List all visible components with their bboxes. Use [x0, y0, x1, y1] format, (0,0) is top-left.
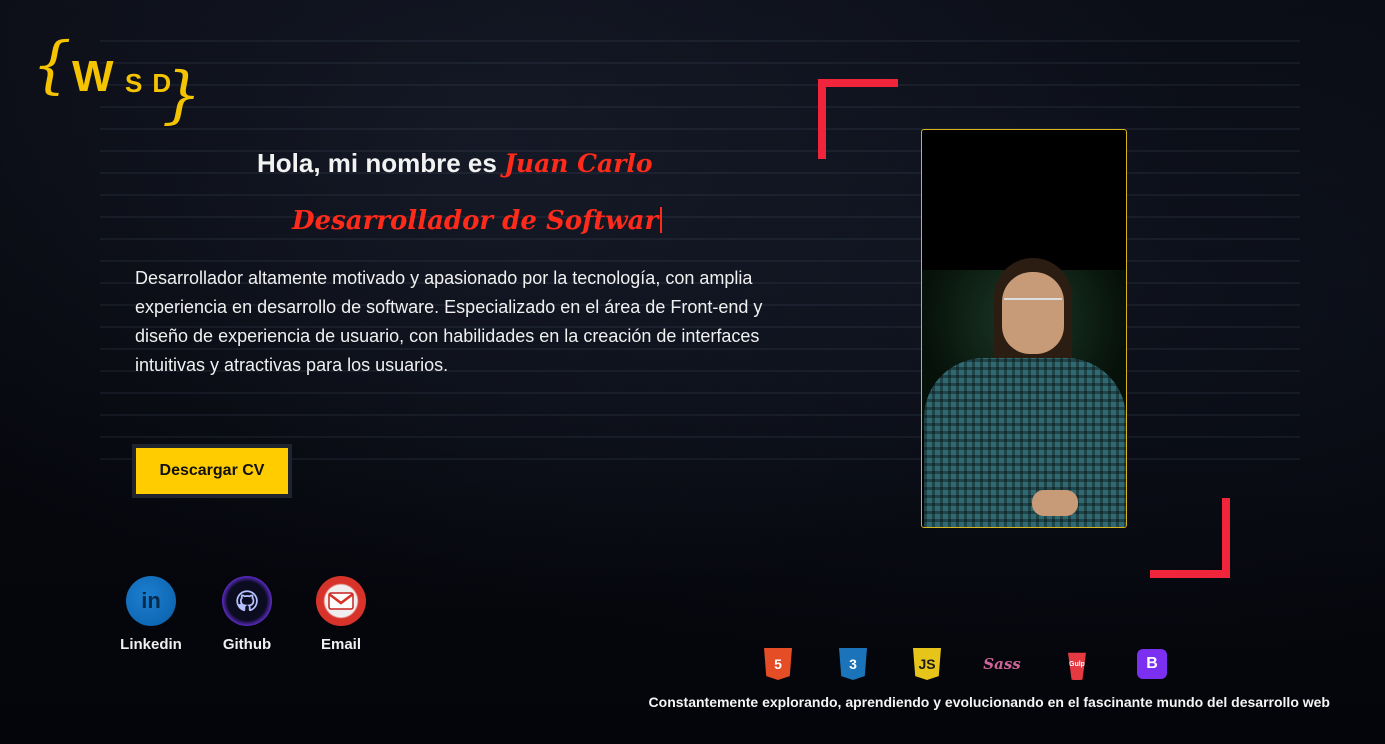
gulp-icon: Gulp	[1059, 646, 1095, 682]
linkedin-glyph: in	[141, 588, 161, 613]
photo-face	[1002, 272, 1064, 354]
photo-hands	[1032, 490, 1078, 516]
social-label-github: Github	[222, 636, 272, 653]
logo[interactable]: { W SD }	[32, 34, 212, 134]
github-octocat-svg	[236, 590, 258, 612]
social-label-email: Email	[320, 636, 362, 653]
html5-icon: 5	[760, 646, 796, 682]
github-icon[interactable]	[222, 576, 272, 626]
sass-badge: Sass	[983, 655, 1021, 673]
logo-brace-left: {	[32, 28, 72, 101]
frame-corner-top-left	[818, 79, 898, 87]
css3-badge: 3	[839, 648, 867, 680]
frame-corner-bottom-right-vertical	[1222, 498, 1230, 578]
profile-photo	[921, 129, 1127, 528]
sass-icon: Sass	[983, 646, 1021, 682]
photo-plaid-shirt	[924, 358, 1126, 527]
greeting-text: Hola, mi nombre es	[257, 148, 497, 178]
email-icon[interactable]	[316, 576, 366, 626]
logo-brace-right: }	[162, 58, 202, 131]
javascript-badge: JS	[913, 648, 941, 680]
bootstrap-badge: B	[1137, 649, 1167, 679]
css3-icon: 3	[835, 646, 871, 682]
bootstrap-icon: B	[1134, 646, 1170, 682]
social-link-linkedin[interactable]: in Linkedin	[106, 576, 196, 653]
tagline: Constantemente explorando, aprendiendo y…	[648, 694, 1330, 710]
frame-corner-bottom-right	[1150, 570, 1230, 578]
bio-description: Desarrollador altamente motivado y apasi…	[135, 268, 763, 375]
greeting-heading: Hola, mi nombre es Juan Carlo	[257, 148, 653, 179]
role-typing-text: Desarrollador de Softwar	[292, 206, 663, 236]
download-cv-button[interactable]: Descargar CV	[132, 444, 292, 498]
javascript-icon: JS	[909, 646, 945, 682]
social-link-email[interactable]: Email	[296, 576, 386, 653]
linkedin-icon[interactable]: in	[126, 576, 176, 626]
social-link-github[interactable]: Github	[202, 576, 292, 653]
developer-name: Juan Carlo	[504, 149, 653, 178]
photo-glasses	[1004, 298, 1062, 312]
logo-letter-w: W	[72, 52, 116, 101]
gmail-envelope-svg	[328, 592, 354, 610]
social-label-linkedin: Linkedin	[120, 636, 182, 653]
html5-badge: 5	[764, 648, 792, 680]
typing-cursor	[660, 207, 663, 233]
gulp-badge: Gulp	[1068, 652, 1086, 680]
role-text: Desarrollador de Softwar	[292, 206, 659, 236]
frame-corner-top-left-vertical	[818, 79, 826, 159]
